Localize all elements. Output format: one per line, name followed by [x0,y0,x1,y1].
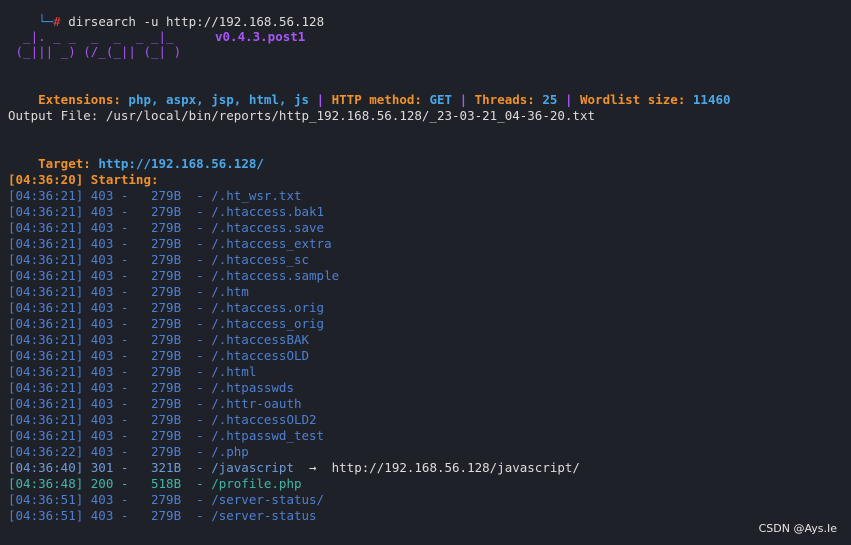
result-text: [04:36:21] 403 - 279B - /.htaccessBAK [8,332,310,347]
result-text: [04:36:21] 403 - 279B - /.htaccessOLD2 [8,412,317,427]
result-text: [04:36:21] 403 - 279B - /.htaccess.orig [8,300,325,315]
result-row: [04:36:21] 403 - 279B - /.htaccessOLD [8,348,309,364]
starting-line: [04:36:20] Starting: [8,172,159,187]
result-text: [04:36:21] 403 - 279B - /.httr-oauth [8,396,302,411]
extensions-value: php, aspx, jsp, html, js [128,92,310,107]
result-text: [04:36:21] 403 - 279B - /.ht_wsr.txt [8,188,302,203]
output-file-line: Output File: /usr/local/bin/reports/http… [8,108,595,123]
result-text: [04:36:22] 403 - 279B - /.php [8,444,249,459]
result-text: [04:36:21] 403 - 279B - /.htaccess.sampl… [8,268,340,283]
config-line: Extensions: php, aspx, jsp, html, js | H… [8,76,730,107]
separator: | [309,92,332,107]
threads-label: Threads: [474,92,543,107]
result-row: [04:36:48] 200 - 518B - /profile.php [8,476,302,492]
command-text: dirsearch -u http://192.168.56.128 [60,14,325,29]
result-row: [04:36:21] 403 - 279B - /.htaccess.bak1 [8,204,324,220]
result-row: [04:36:22] 403 - 279B - /.php [8,444,249,460]
result-row: [04:36:21] 403 - 279B - /.htaccess.orig [8,300,324,316]
result-text: [04:36:21] 403 - 279B - /.htaccess.bak1 [8,204,325,219]
result-row: [04:36:51] 403 - 279B - /server-status/ [8,492,324,508]
prompt-hash: # [53,14,61,29]
result-row: [04:36:21] 403 - 279B - /.htaccessBAK [8,332,309,348]
result-row: [04:36:21] 403 - 279B - /.htpasswds [8,380,294,396]
method-value: GET [429,92,453,107]
extensions-label: Extensions: [38,92,129,107]
result-row: [04:36:21] 403 - 279B - /.html [8,364,256,380]
result-row: [04:36:21] 403 - 279B - /.htaccess.save [8,220,324,236]
result-row: [04:36:51] 403 - 279B - /server-status [8,508,317,524]
result-text: [04:36:21] 403 - 279B - /.htaccess_orig [8,316,325,331]
result-row: [04:36:21] 403 - 279B - /.htaccessOLD2 [8,412,317,428]
result-text: [04:36:21] 403 - 279B - /.htpasswds [8,380,294,395]
result-row: [04:36:21] 403 - 279B - /.htpasswd_test [8,428,324,444]
result-row: [04:36:21] 403 - 279B - /.htaccess_orig [8,316,324,332]
banner-line-2: (_||| _) (/_(_|| (_| ) [8,44,182,59]
banner-line-1: _|. _ _ _ _ _ _|_ [8,29,174,44]
version-text: v0.4.3.post1 [215,29,306,44]
wordlist-label: Wordlist size: [580,92,693,107]
result-text: [04:36:21] 403 - 279B - /.htaccessOLD [8,348,310,363]
result-text: [04:36:51] 403 - 279B - /server-status/ [8,492,325,507]
result-text: [04:36:21] 403 - 279B - /.htpasswd_test [8,428,325,443]
prompt-bracket: └─ [38,14,54,29]
watermark: CSDN @Ays.Ie [758,522,837,535]
result-row: [04:36:21] 403 - 279B - /.htaccess.sampl… [8,268,339,284]
result-row: [04:36:21] 403 - 279B - /.httr-oauth [8,396,302,412]
target-line: Target: http://192.168.56.128/ [8,140,264,171]
result-row: [04:36:40] 301 - 321B - /javascript → ht… [8,460,580,476]
redirect-text: → http://192.168.56.128/javascript/ [293,460,580,475]
target-value: http://192.168.56.128/ [98,156,264,171]
separator: | [557,92,580,107]
method-label: HTTP method: [331,92,430,107]
prompt-line: └─# dirsearch -u http://192.168.56.128 [8,0,324,29]
result-text: [04:36:51] 403 - 279B - /server-status [8,508,317,523]
result-text: [04:36:40] 301 - 321B - /javascript [8,460,294,475]
result-text: [04:36:48] 200 - 518B - /profile.php [8,476,302,491]
threads-value: 25 [542,92,558,107]
result-row: [04:36:21] 403 - 279B - /.htaccess_extra [8,236,332,252]
result-text: [04:36:21] 403 - 279B - /.htaccess.save [8,220,325,235]
target-label: Target: [38,156,99,171]
result-text: [04:36:21] 403 - 279B - /.html [8,364,257,379]
result-row: [04:36:21] 403 - 279B - /.ht_wsr.txt [8,188,302,204]
separator: | [452,92,475,107]
result-row: [04:36:21] 403 - 279B - /.htaccess_sc [8,252,309,268]
result-text: [04:36:21] 403 - 279B - /.htaccess_sc [8,252,310,267]
result-text: [04:36:21] 403 - 279B - /.htm [8,284,249,299]
wordlist-value: 11460 [692,92,731,107]
result-text: [04:36:21] 403 - 279B - /.htaccess_extra [8,236,332,251]
result-row: [04:36:21] 403 - 279B - /.htm [8,284,249,300]
